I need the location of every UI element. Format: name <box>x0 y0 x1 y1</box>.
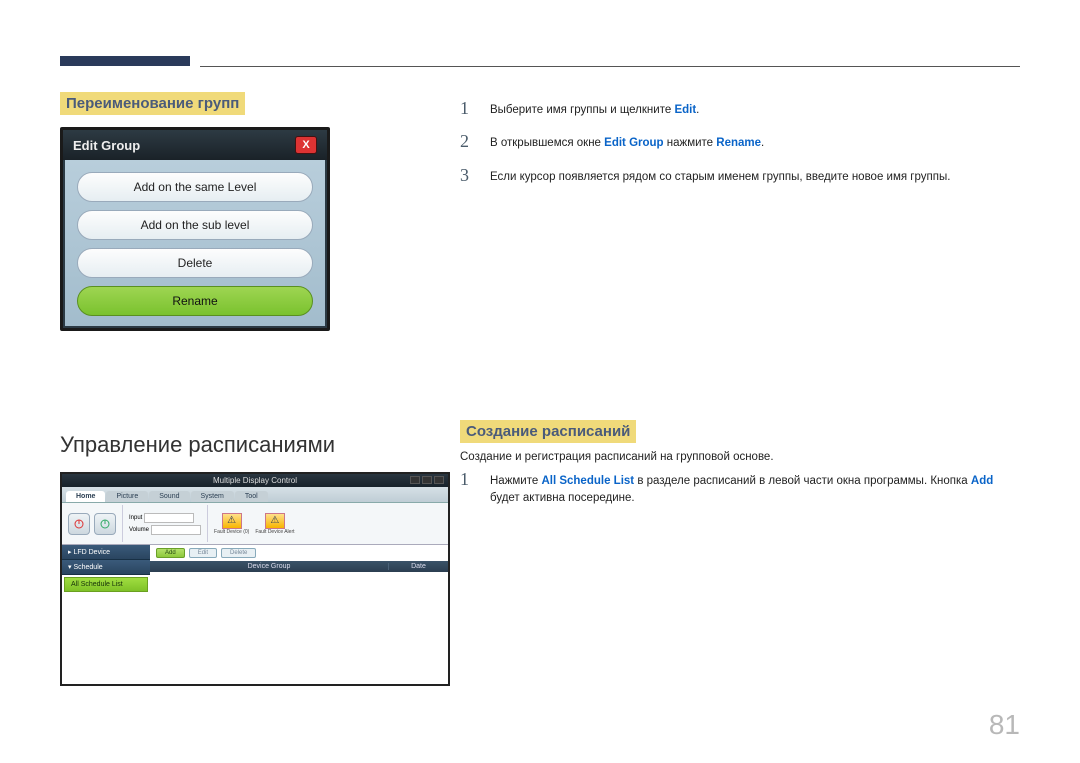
rename-heading: Переименование групп <box>60 92 245 115</box>
edit-button[interactable]: Edit <box>189 548 217 558</box>
step-number: 1 <box>460 469 476 490</box>
right-column-bottom: Создание расписаний Создание и регистрац… <box>460 420 1020 520</box>
tab-sound[interactable]: Sound <box>149 491 189 502</box>
dialog-header: Edit Group X <box>63 130 327 160</box>
rename-link: Rename <box>716 137 761 149</box>
tab-picture[interactable]: Picture <box>106 491 148 502</box>
mdc-ribbon: Input Volume ⚠Fault Device (0) ⚠Fault De… <box>62 503 448 545</box>
tab-home[interactable]: Home <box>66 491 105 502</box>
maximize-icon[interactable] <box>422 476 432 484</box>
page-number: 81 <box>989 709 1020 741</box>
step-number: 2 <box>460 131 476 152</box>
mdc-body: ▸ LFD Device ▾ Schedule All Schedule Lis… <box>62 545 448 686</box>
create-schedule-heading: Создание расписаний <box>460 420 636 443</box>
volume-select[interactable] <box>151 525 201 535</box>
sidebar-item-all-schedule[interactable]: All Schedule List <box>64 577 148 592</box>
input-label: Input <box>129 515 142 521</box>
all-schedule-list-link: All Schedule List <box>541 475 634 487</box>
input-volume-group: Input Volume <box>129 505 208 542</box>
step-number: 3 <box>460 165 476 186</box>
step-2: 2 В открывшемся окне Edit Group нажмите … <box>460 131 1020 152</box>
left-column-bottom: Управление расписаниями Multiple Display… <box>60 412 440 686</box>
col-device-group: Device Group <box>150 563 388 570</box>
close-icon[interactable]: X <box>295 136 317 154</box>
left-column-top: Переименование групп Edit Group X Add on… <box>60 92 440 331</box>
step-3: 3 Если курсор появляется рядом со старым… <box>460 165 1020 186</box>
dialog-body: Add on the same Level Add on the sub lev… <box>63 160 327 328</box>
t: . <box>696 104 699 116</box>
sidebar-item-schedule[interactable]: ▾ Schedule <box>62 560 150 575</box>
input-select[interactable] <box>144 513 194 523</box>
warning-icon: ⚠ <box>265 513 285 529</box>
t: . <box>761 137 764 149</box>
t: в разделе расписаний в левой части окна … <box>634 475 971 487</box>
mdc-tabs: Home Picture Sound System Tool <box>62 487 448 503</box>
step-text: Нажмите All Schedule List в разделе расп… <box>490 469 1020 508</box>
tab-tool[interactable]: Tool <box>235 491 268 502</box>
step-1: 1 Выберите имя группы и щелкните Edit. <box>460 98 1020 119</box>
edit-link: Edit <box>674 104 696 116</box>
edit-group-link: Edit Group <box>604 137 663 149</box>
rename-steps: 1 Выберите имя группы и щелкните Edit. 2… <box>460 98 1020 186</box>
step-text: Если курсор появляется рядом со старым и… <box>490 165 950 186</box>
header-divider <box>200 66 1020 67</box>
delete-button[interactable]: Delete <box>221 548 256 558</box>
step-text: Выберите имя группы и щелкните Edit. <box>490 98 699 119</box>
power-off-icon[interactable] <box>94 513 116 535</box>
rename-button[interactable]: Rename <box>77 286 313 316</box>
accent-bar <box>60 56 190 66</box>
t: Нажмите <box>490 475 541 487</box>
power-group <box>68 505 123 542</box>
close-icon[interactable] <box>434 476 444 484</box>
add-link: Add <box>971 475 993 487</box>
add-same-level-button[interactable]: Add on the same Level <box>77 172 313 202</box>
edit-group-dialog: Edit Group X Add on the same Level Add o… <box>60 127 330 331</box>
t: будет активна посередине. <box>490 492 635 504</box>
mdc-sidebar: ▸ LFD Device ▾ Schedule All Schedule Lis… <box>62 545 150 686</box>
schedule-heading: Управление расписаниями <box>60 432 440 458</box>
add-button[interactable]: Add <box>156 548 185 558</box>
table-header: Device Group Date <box>150 561 448 572</box>
sidebar-item-lfd[interactable]: ▸ LFD Device <box>62 545 150 560</box>
fault-device-label: Fault Device (0) <box>214 529 249 535</box>
app-title: Multiple Display Control <box>213 476 297 485</box>
t: Выберите имя группы и щелкните <box>490 104 674 116</box>
step-number: 1 <box>460 98 476 119</box>
mdc-main: Add Edit Delete Device Group Date <box>150 545 448 686</box>
page-content: Переименование групп Edit Group X Add on… <box>60 92 1020 713</box>
step-text: В открывшемся окне Edit Group нажмите Re… <box>490 131 764 152</box>
t: В открывшемся окне <box>490 137 604 149</box>
right-column-top: 1 Выберите имя группы и щелкните Edit. 2… <box>460 92 1020 198</box>
mdc-titlebar: Multiple Display Control <box>62 474 448 487</box>
fault-device[interactable]: ⚠Fault Device (0) <box>214 513 249 535</box>
schedule-step-1: 1 Нажмите All Schedule List в разделе ра… <box>460 469 1020 508</box>
dialog-title: Edit Group <box>73 138 140 153</box>
tab-system[interactable]: System <box>191 491 234 502</box>
t: нажмите <box>664 137 717 149</box>
power-on-icon[interactable] <box>68 513 90 535</box>
minimize-icon[interactable] <box>410 476 420 484</box>
delete-button[interactable]: Delete <box>77 248 313 278</box>
volume-label: Volume <box>129 527 149 533</box>
fault-alert[interactable]: ⚠Fault Device Alert <box>255 513 294 535</box>
warning-icon: ⚠ <box>222 513 242 529</box>
col-date: Date <box>388 563 448 570</box>
window-buttons <box>410 476 444 484</box>
mdc-screenshot: Multiple Display Control Home Picture So… <box>60 472 450 686</box>
add-sub-level-button[interactable]: Add on the sub level <box>77 210 313 240</box>
create-schedule-intro: Создание и регистрация расписаний на гру… <box>460 451 1020 463</box>
fault-alert-label: Fault Device Alert <box>255 529 294 535</box>
alerts-group: ⚠Fault Device (0) ⚠Fault Device Alert <box>214 513 294 535</box>
action-bar: Add Edit Delete <box>150 545 448 561</box>
